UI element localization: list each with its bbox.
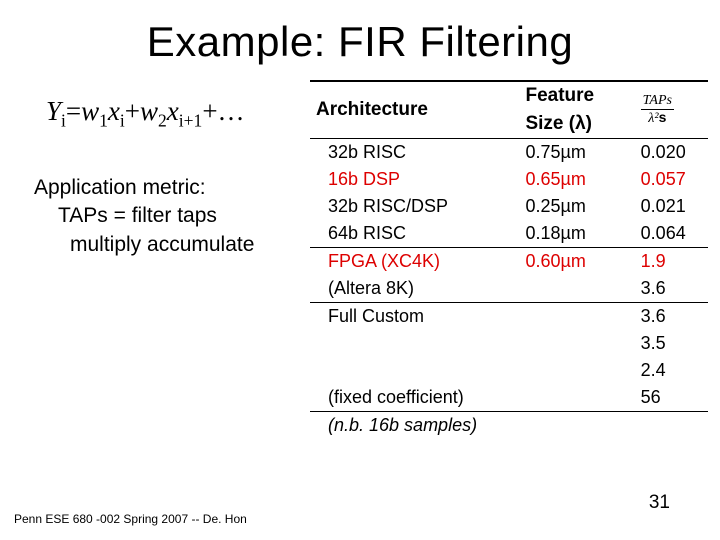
cell-feature-size: 0.65µm [519, 166, 634, 193]
cell-architecture: 32b RISC/DSP [310, 193, 519, 220]
cell-feature-size [519, 384, 634, 412]
table-row: 64b RISC0.18µm0.064 [310, 220, 708, 248]
table-note-row: (n.b. 16b samples) [310, 412, 708, 440]
cell-feature-size: 0.60µm [519, 248, 634, 276]
cell-taps: 0.057 [635, 166, 708, 193]
architecture-table: Architecture Feature TAPs λ²s Size (λ) 3… [310, 80, 708, 439]
cell-architecture: FPGA (XC4K) [310, 248, 519, 276]
taps-s: s [659, 109, 667, 125]
taps-num: TAPs [641, 94, 674, 110]
cell-feature-size [519, 357, 634, 384]
th-feature-top: Feature [519, 81, 634, 110]
application-metric: Application metric: TAPs = filter taps m… [34, 174, 254, 259]
cell-taps: 3.6 [635, 275, 708, 303]
slide-title: Example: FIR Filtering [0, 18, 720, 66]
taps-fraction-icon: TAPs λ²s [641, 94, 674, 126]
slide: Example: FIR Filtering Yi=w1xi+w2xi+1+… … [0, 0, 720, 540]
table-note: (n.b. 16b samples) [310, 412, 708, 440]
cell-feature-size: 0.75µm [519, 139, 634, 167]
cell-feature-size [519, 330, 634, 357]
cell-taps: 1.9 [635, 248, 708, 276]
eqn-Y: Y [46, 96, 61, 126]
table: Architecture Feature TAPs λ²s Size (λ) 3… [310, 80, 708, 439]
cell-feature-size: 0.25µm [519, 193, 634, 220]
table-row: (Altera 8K) 3.6 [310, 275, 708, 303]
table-row: Full Custom 3.6 [310, 303, 708, 331]
eqn-eq: = [66, 96, 81, 126]
th-architecture: Architecture [310, 81, 519, 139]
metric-line-1: Application metric: [34, 174, 254, 202]
table-row: 16b DSP0.65µm0.057 [310, 166, 708, 193]
table-row: (fixed coefficient) 56 [310, 384, 708, 412]
cell-taps: 0.021 [635, 193, 708, 220]
cell-architecture: (Altera 8K) [310, 275, 519, 303]
metric-line-3: multiply accumulate [34, 231, 254, 259]
metric-line-2: TAPs = filter taps [34, 202, 254, 230]
table-row: 32b RISC0.75µm0.020 [310, 139, 708, 167]
th-feature-bot: Size (λ) [519, 110, 634, 139]
cell-taps: 3.6 [635, 303, 708, 331]
cell-architecture: Full Custom [310, 303, 519, 331]
eqn-x1: x [108, 96, 120, 126]
cell-taps: 56 [635, 384, 708, 412]
eqn-w2: w [140, 96, 158, 126]
eqn-x2sub: i+1 [179, 110, 203, 130]
cell-taps: 2.4 [635, 357, 708, 384]
cell-feature-size: 0.18µm [519, 220, 634, 248]
table-row: FPGA (XC4K)0.60µm1.9 [310, 248, 708, 276]
eqn-w1: w [81, 96, 99, 126]
slide-footer: Penn ESE 680 -002 Spring 2007 -- De. Hon [14, 512, 247, 526]
fir-equation: Yi=w1xi+w2xi+1+… [46, 96, 245, 127]
eqn-tail: +… [202, 96, 244, 126]
cell-architecture [310, 330, 519, 357]
eqn-w1sub: 1 [99, 110, 108, 130]
table-row: 2.4 [310, 357, 708, 384]
cell-taps: 0.020 [635, 139, 708, 167]
cell-feature-size [519, 303, 634, 331]
th-taps: TAPs λ²s [635, 81, 708, 139]
table-row: 32b RISC/DSP0.25µm0.021 [310, 193, 708, 220]
cell-feature-size [519, 275, 634, 303]
taps-den: λ² [648, 111, 658, 126]
table-body: 32b RISC0.75µm0.02016b DSP0.65µm0.05732b… [310, 139, 708, 440]
cell-taps: 0.064 [635, 220, 708, 248]
cell-taps: 3.5 [635, 330, 708, 357]
eqn-w2sub: 2 [158, 110, 167, 130]
cell-architecture: 32b RISC [310, 139, 519, 167]
cell-architecture: 16b DSP [310, 166, 519, 193]
cell-architecture [310, 357, 519, 384]
cell-architecture: 64b RISC [310, 220, 519, 248]
cell-architecture: (fixed coefficient) [310, 384, 519, 412]
table-row: 3.5 [310, 330, 708, 357]
table-header-row: Architecture Feature TAPs λ²s [310, 81, 708, 110]
eqn-plus1: + [125, 96, 140, 126]
page-number: 31 [649, 492, 670, 514]
eqn-x2: x [167, 96, 179, 126]
